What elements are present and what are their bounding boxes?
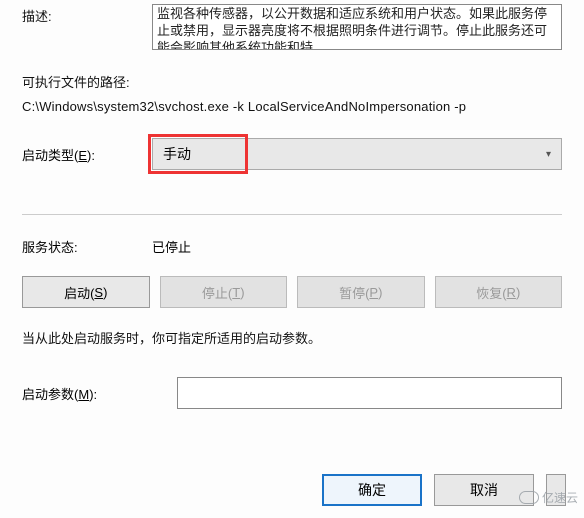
startup-type-value: 手动: [163, 144, 191, 164]
ok-button[interactable]: 确定: [322, 474, 422, 506]
startup-type-label: 启动类型(E):: [22, 145, 152, 164]
exe-path-label: 可执行文件的路径:: [22, 72, 562, 91]
service-status-value: 已停止: [152, 237, 191, 256]
service-status-label: 服务状态:: [22, 237, 152, 256]
description-text: 监视各种传感器，以公开数据和适应系统和用户状态。如果此服务停止或禁用，显示器亮度…: [157, 6, 547, 50]
pause-button: 暂停(P): [297, 276, 425, 308]
start-button[interactable]: 启动(S): [22, 276, 150, 308]
resume-button: 恢复(R): [435, 276, 563, 308]
startup-type-select[interactable]: 手动 ▾: [152, 138, 562, 170]
description-textarea[interactable]: 监视各种传感器，以公开数据和适应系统和用户状态。如果此服务停止或禁用，显示器亮度…: [152, 4, 562, 50]
chevron-down-icon: ▾: [546, 149, 551, 160]
stop-button: 停止(T): [160, 276, 288, 308]
start-params-input[interactable]: [177, 377, 562, 409]
exe-path-value: C:\Windows\system32\svchost.exe -k Local…: [22, 99, 562, 114]
divider: [22, 214, 562, 215]
description-label: 描述:: [22, 4, 152, 25]
start-params-label: 启动参数(M):: [22, 384, 177, 403]
cancel-button[interactable]: 取消: [434, 474, 534, 506]
apply-button-truncated[interactable]: [546, 474, 566, 506]
help-text: 当从此处启动服务时，你可指定所适用的启动参数。: [22, 328, 562, 347]
